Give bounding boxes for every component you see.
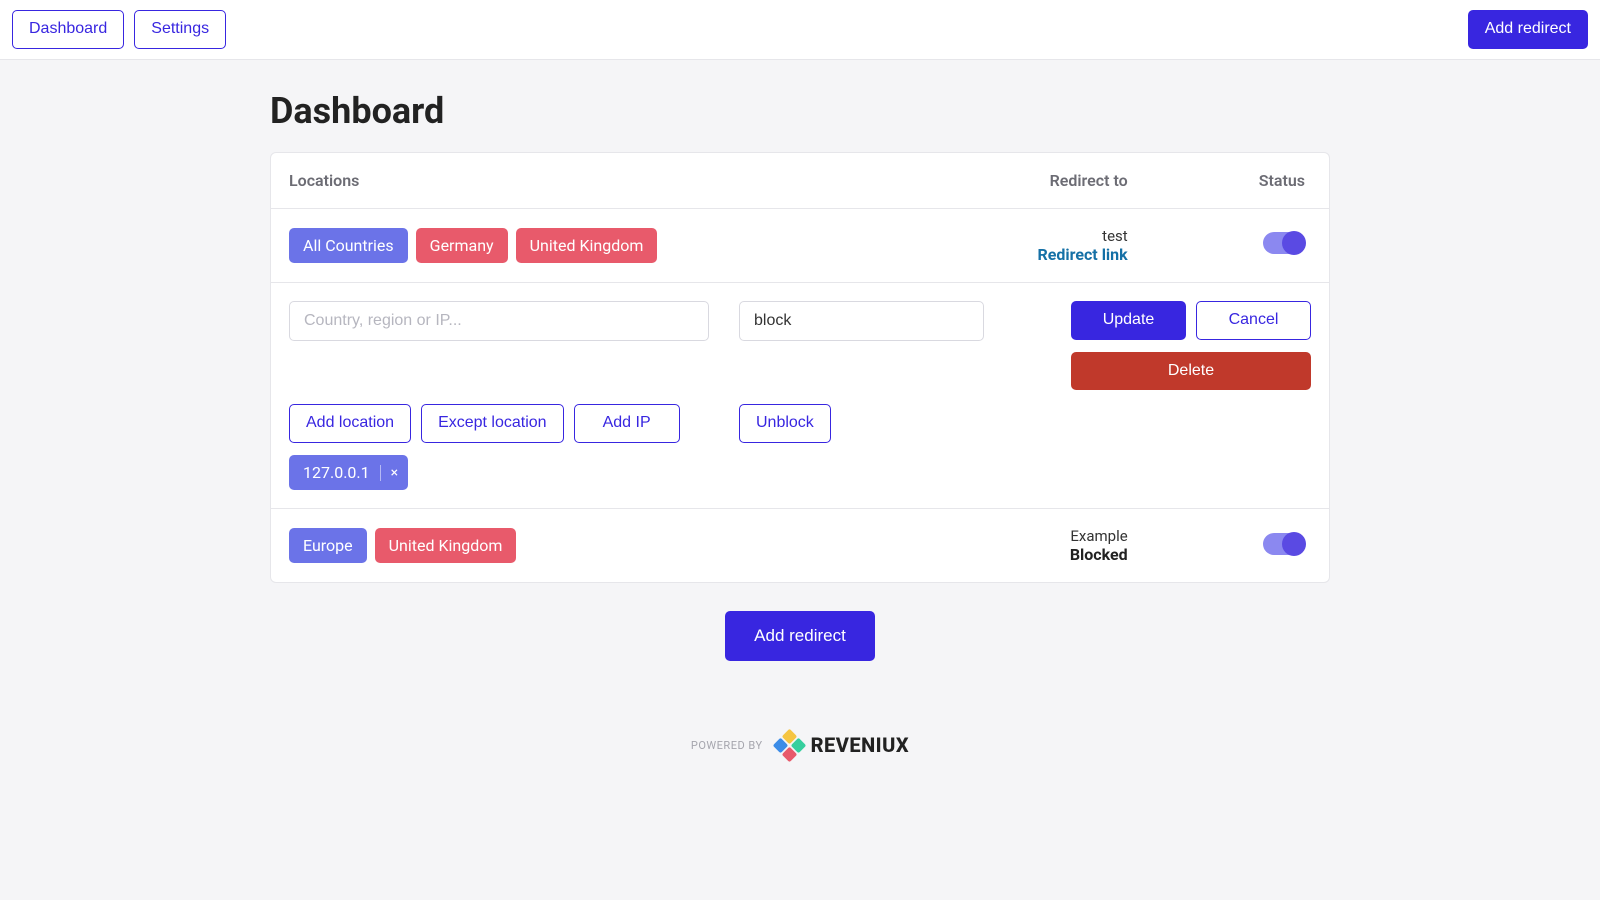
table-header: Locations Redirect to Status	[271, 153, 1329, 209]
location-tag[interactable]: United Kingdom	[516, 228, 658, 263]
location-tag[interactable]: Europe	[289, 528, 367, 563]
brand-name: REVENIUX	[811, 733, 910, 757]
table-row[interactable]: All Countries Germany United Kingdom tes…	[271, 209, 1329, 283]
blocked-label: Blocked	[851, 545, 1128, 564]
row-redirect: test Redirect link	[851, 227, 1158, 264]
nav-settings-button[interactable]: Settings	[134, 10, 226, 49]
nav-left: Dashboard Settings	[12, 10, 226, 49]
center-add-wrapper: Add redirect	[270, 611, 1330, 661]
brand: REVENIUX	[775, 731, 910, 759]
row-status	[1158, 533, 1311, 559]
topbar: Dashboard Settings Add redirect	[0, 0, 1600, 60]
status-toggle[interactable]	[1263, 533, 1305, 555]
location-tag[interactable]: Germany	[416, 228, 508, 263]
main-container: Dashboard Locations Redirect to Status A…	[270, 90, 1330, 759]
unblock-button[interactable]: Unblock	[739, 404, 831, 443]
location-tag[interactable]: All Countries	[289, 228, 408, 263]
add-redirect-top-button[interactable]: Add redirect	[1468, 10, 1588, 49]
table-row[interactable]: Europe United Kingdom Example Blocked	[271, 509, 1329, 582]
status-toggle[interactable]	[1263, 232, 1305, 254]
editor-location-col	[289, 301, 709, 391]
row-locations: All Countries Germany United Kingdom	[289, 228, 851, 263]
row-locations: Europe United Kingdom	[289, 528, 851, 563]
header-status: Status	[1158, 171, 1311, 190]
add-ip-button[interactable]: Add IP	[574, 404, 680, 443]
delete-button[interactable]: Delete	[1071, 352, 1311, 391]
header-locations: Locations	[289, 171, 851, 190]
row-redirect: Example Blocked	[851, 527, 1158, 564]
except-location-button[interactable]: Except location	[421, 404, 564, 443]
editor-actions-col: Update Cancel Delete	[1014, 301, 1311, 391]
location-tag[interactable]: United Kingdom	[375, 528, 517, 563]
editor-redirect-col	[739, 301, 984, 391]
brand-logo-icon	[775, 731, 803, 759]
powered-by-label: POWERED BY	[691, 739, 763, 752]
redirects-card: Locations Redirect to Status All Countri…	[270, 152, 1330, 583]
redirect-name: Example	[851, 527, 1128, 545]
update-button[interactable]: Update	[1071, 301, 1186, 340]
location-input[interactable]	[289, 301, 709, 341]
nav-dashboard-button[interactable]: Dashboard	[12, 10, 124, 49]
redirect-link[interactable]: Redirect link	[851, 245, 1128, 264]
header-redirect-to: Redirect to	[851, 171, 1158, 190]
editor-panel: Update Cancel Delete Add location Except…	[271, 283, 1329, 509]
redirect-input[interactable]	[739, 301, 984, 341]
add-location-button[interactable]: Add location	[289, 404, 411, 443]
ip-chip: 127.0.0.1 ×	[289, 455, 408, 490]
footer: POWERED BY REVENIUX	[270, 731, 1330, 759]
page-title: Dashboard	[270, 90, 1330, 132]
close-icon[interactable]: ×	[380, 465, 398, 481]
cancel-button[interactable]: Cancel	[1196, 301, 1311, 340]
redirect-name: test	[851, 227, 1128, 245]
row-status	[1158, 232, 1311, 258]
add-redirect-bottom-button[interactable]: Add redirect	[725, 611, 875, 661]
ip-chip-label: 127.0.0.1	[303, 463, 370, 482]
